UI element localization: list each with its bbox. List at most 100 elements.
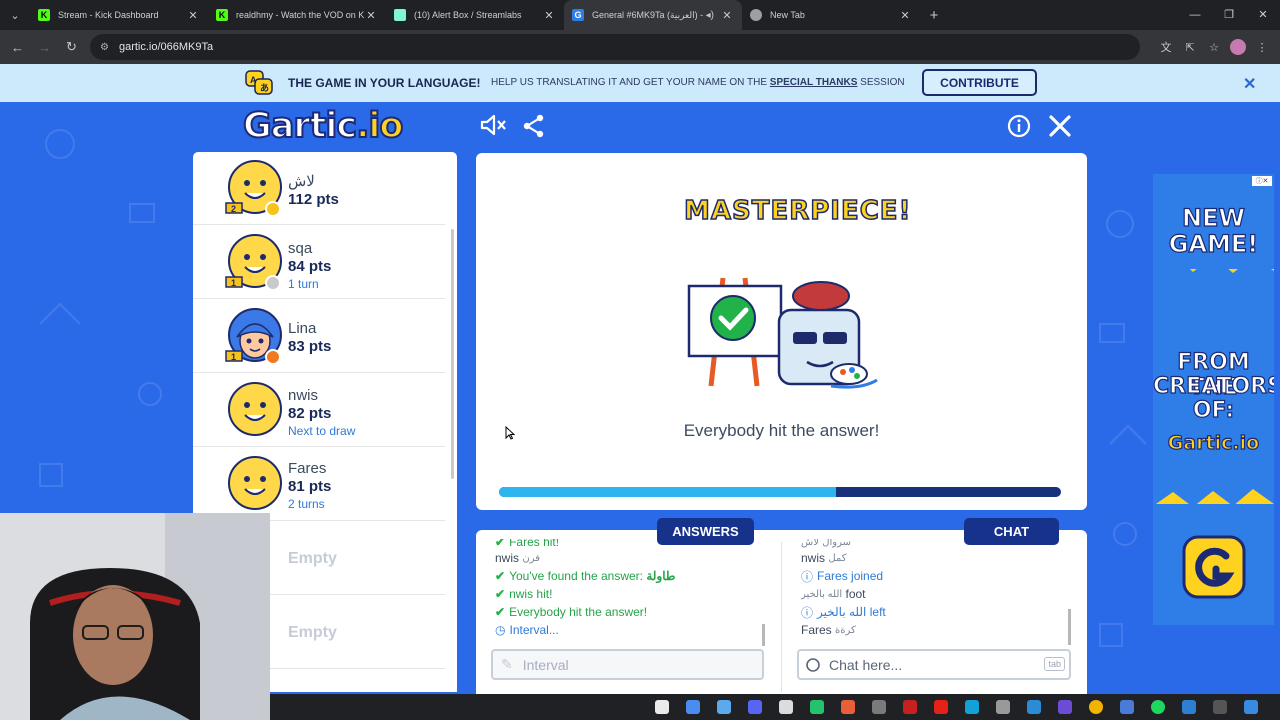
new-tab-plus-icon[interactable]: +: [920, 7, 948, 24]
taskbar-app-icon[interactable]: [655, 700, 669, 714]
taskbar-app-icon[interactable]: [810, 700, 824, 714]
chrome-icon[interactable]: [1089, 700, 1103, 714]
tab-title: New Tab: [770, 10, 805, 20]
taskbar-app-icon[interactable]: [903, 700, 917, 714]
logo-main: Gartic: [242, 105, 358, 147]
restore-icon[interactable]: ❐: [1212, 0, 1246, 30]
taskbar-app-icon[interactable]: [1182, 700, 1196, 714]
player-card[interactable]: nwis 82 pts Next to draw: [193, 374, 445, 447]
chat-log-row: ⓘ Fares joined: [801, 567, 1066, 585]
browser-tab-kick-dashboard[interactable]: K Stream - Kick Dashboard ✕: [30, 0, 208, 30]
tab-close-icon[interactable]: ✕: [720, 9, 734, 22]
log-text: Fares hit!: [509, 539, 560, 549]
taskbar-app-icon[interactable]: [841, 700, 855, 714]
chat-log-row: الله بالخير foot: [801, 585, 1066, 603]
tab-close-icon[interactable]: ✕: [186, 9, 200, 22]
taskbar-app-icon[interactable]: [1027, 700, 1041, 714]
tab-close-icon[interactable]: ✕: [364, 9, 378, 22]
banner-close-icon[interactable]: ✕: [1243, 74, 1256, 94]
player-avatar: 1: [225, 234, 282, 291]
gartic-logo[interactable]: Gartic.io: [242, 105, 404, 147]
chat-bubble-icon: [806, 657, 820, 672]
address-bar[interactable]: ⚙ gartic.io/066MK9Ta: [90, 34, 1140, 60]
svg-text:A: A: [250, 75, 257, 85]
player-card[interactable]: 2 لاش 112 pts: [193, 152, 445, 225]
ad-choices-icon[interactable]: ⓘ✕: [1252, 176, 1272, 186]
chat-user: لاش: [801, 539, 819, 548]
speaker-icon[interactable]: ◂): [706, 10, 714, 21]
players-scrollbar[interactable]: [451, 229, 454, 479]
chat-text: سروال: [822, 539, 852, 548]
taskbar-app-icon[interactable]: [1244, 700, 1258, 714]
pencil-icon: ✎: [501, 656, 513, 672]
bookmark-star-icon[interactable]: ☆: [1202, 41, 1226, 54]
empty-slot-label: Empty: [288, 624, 337, 641]
answer-input[interactable]: ✎ Interval: [491, 649, 764, 680]
translation-banner: A あ THE GAME IN YOUR LANGUAGE! HELP US T…: [0, 64, 1280, 102]
answers-log-row: ✔ Everybody hit the answer!: [495, 603, 765, 621]
exit-game-icon[interactable]: [1048, 114, 1072, 138]
taskbar-app-icon[interactable]: [1058, 700, 1072, 714]
translate-icon[interactable]: 文: [1154, 39, 1178, 55]
site-settings-icon[interactable]: ⚙: [100, 42, 109, 53]
discord-icon[interactable]: [748, 700, 762, 714]
player-card[interactable]: 1 sqa 84 pts 1 turn: [193, 226, 445, 299]
url-text: gartic.io/066MK9Ta: [118, 41, 214, 53]
browser-tab-new-tab[interactable]: New Tab ✕: [742, 0, 920, 30]
player-rank: 2: [231, 204, 236, 214]
taskbar-app-icon[interactable]: [1120, 700, 1134, 714]
player-points: 112 pts: [288, 191, 339, 208]
taskbar-app-icon[interactable]: [1213, 700, 1227, 714]
back-arrow-icon[interactable]: ←: [4, 40, 31, 55]
minimize-icon[interactable]: —: [1178, 0, 1212, 30]
chat-input[interactable]: Chat here... tab: [797, 649, 1071, 680]
chat-log-row: ⓘ الله بالخير left: [801, 603, 1066, 621]
player-avatar: [228, 456, 282, 510]
sound-muted-icon[interactable]: [480, 114, 508, 136]
player-avatar-lina: 1: [225, 308, 282, 365]
taskbar-app-icon[interactable]: [686, 700, 700, 714]
youtube-icon[interactable]: [934, 700, 948, 714]
tab-close-icon[interactable]: ✕: [542, 9, 556, 22]
profile-avatar[interactable]: [1230, 39, 1246, 55]
player-points: 84 pts: [288, 258, 332, 275]
chat-scrollbar[interactable]: [1068, 609, 1071, 645]
player-points: 81 pts: [288, 478, 332, 495]
special-thanks-link[interactable]: SPECIAL THANKS: [770, 77, 858, 88]
tab-close-icon[interactable]: ✕: [898, 9, 912, 22]
reload-icon[interactable]: ↻: [58, 39, 85, 55]
spotify-icon[interactable]: [1151, 700, 1165, 714]
player-avatar: [228, 382, 282, 436]
log-text: nwis hit!: [509, 587, 553, 601]
taskbar-app-icon[interactable]: [996, 700, 1010, 714]
tab-title: realdhmy - Watch the VOD on Kick: [236, 10, 364, 20]
taskbar-app-icon[interactable]: [717, 700, 731, 714]
kick-icon: K: [216, 9, 228, 21]
tab-search-icon[interactable]: ⌄: [0, 9, 30, 22]
taskbar-app-icon[interactable]: [779, 700, 793, 714]
forward-arrow-icon[interactable]: →: [31, 40, 58, 55]
browser-tab-streamlabs[interactable]: (10) Alert Box / Streamlabs ✕: [386, 0, 564, 30]
player-name: Lina: [288, 320, 317, 337]
player-rank: 1: [231, 352, 236, 362]
chat-text: foot: [845, 587, 866, 601]
window-close-icon[interactable]: ✕: [1246, 0, 1280, 30]
edge-icon[interactable]: [965, 700, 979, 714]
player-card[interactable]: Fares 81 pts 2 turns: [193, 448, 445, 521]
logo-suffix: .io: [355, 105, 404, 147]
kebab-menu-icon[interactable]: ⋮: [1250, 41, 1274, 54]
install-app-icon[interactable]: ⇱: [1178, 41, 1202, 54]
answers-log-row: ◷ Interval...: [495, 621, 765, 639]
browser-tab-gartic[interactable]: G General #6MK9Ta (العربية) - Gartic ◂) …: [564, 0, 742, 30]
info-icon[interactable]: [1007, 114, 1031, 138]
player-name: Fares: [288, 460, 327, 477]
browser-tab-kick-vod[interactable]: K realdhmy - Watch the VOD on Kick ✕: [208, 0, 386, 30]
advertisement[interactable]: ⓘ✕ NEW GAME! FROM THE CREATORS OF: Garti…: [1153, 174, 1274, 625]
chat-user: الله بالخير: [817, 605, 867, 619]
player-rank: 1: [231, 278, 236, 288]
share-icon[interactable]: [522, 114, 546, 138]
player-card[interactable]: 1 Lina 83 pts: [193, 300, 445, 373]
contribute-button[interactable]: CONTRIBUTE: [922, 69, 1037, 96]
answers-scrollbar[interactable]: [762, 624, 765, 646]
obs-icon[interactable]: [872, 700, 886, 714]
